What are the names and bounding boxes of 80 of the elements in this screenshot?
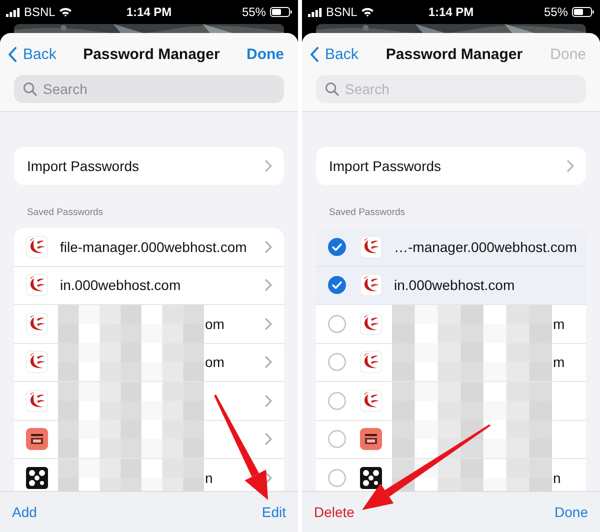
status-time: 1:14 PM: [428, 5, 474, 19]
carrier-name: BSNL: [326, 5, 358, 19]
swirl-logo-icon: [26, 312, 48, 335]
empty-circle-icon[interactable]: [328, 353, 346, 372]
chevron-icon: [265, 394, 272, 407]
chevron-icon: [265, 240, 272, 253]
carrier-name: BSNL: [24, 5, 56, 19]
swirl-logo-icon: [360, 390, 382, 412]
chevron-icon: [265, 160, 272, 172]
swirl-logo-icon: [360, 351, 382, 374]
website-name: in.000webhost.com: [60, 277, 182, 294]
chevron-icon: [265, 472, 272, 484]
empty-circle-icon[interactable]: [328, 392, 346, 410]
checked-circle-icon[interactable]: [328, 276, 346, 294]
password-row[interactable]: in.000webhost.com: [316, 266, 586, 305]
status-time: 1:14 PM: [126, 5, 172, 19]
website-name: m: [553, 354, 566, 370]
swirl-logo-icon: [26, 390, 48, 412]
section-header: Saved Passwords: [27, 207, 104, 218]
battery-percent: 55%: [242, 5, 266, 19]
password-row[interactable]: m: [316, 305, 586, 344]
screen-title: Password Manager: [386, 46, 523, 62]
website-name: om: [205, 354, 226, 370]
back-chevron-icon: [8, 46, 17, 62]
signal-icon: [308, 8, 322, 16]
website-name: om: [205, 316, 226, 332]
swirl-logo-icon: [360, 236, 382, 258]
back-button[interactable]: Back: [310, 46, 358, 62]
search-bar[interactable]: Search: [316, 75, 586, 103]
back-chevron-icon: [310, 46, 319, 62]
swirl-logo-icon: [360, 274, 382, 296]
battery-percent: 55%: [544, 5, 568, 19]
app-tile-icon: [26, 428, 48, 450]
swirl-logo-icon: [26, 236, 48, 258]
chevron-icon: [265, 433, 272, 446]
website-name: n: [553, 470, 562, 486]
search-icon: [325, 82, 339, 96]
password-row[interactable]: file-manager.000webhost.com: [14, 228, 284, 266]
toolbar-button[interactable]: Add: [12, 504, 37, 520]
swirl-logo-icon: [360, 312, 382, 335]
battery-icon: [270, 7, 292, 17]
swirl-logo-icon: [26, 351, 48, 374]
back-button[interactable]: Back: [8, 46, 56, 62]
website-name: …-manager.000webhost.com: [394, 238, 577, 255]
empty-circle-icon[interactable]: [328, 314, 346, 333]
swirl-logo-icon: [26, 274, 48, 296]
website-name: n: [205, 470, 214, 486]
wifi-icon: [361, 7, 374, 17]
section-header: Saved Passwords: [329, 207, 406, 218]
password-row[interactable]: m: [316, 344, 586, 382]
password-row[interactable]: …-manager.000webhost.com: [316, 228, 586, 266]
website-name: in.000webhost.com: [394, 277, 516, 294]
done-button[interactable]: Done: [246, 46, 284, 62]
battery-icon: [572, 7, 594, 17]
website-name: m: [553, 316, 566, 332]
toolbar-button[interactable]: Edit: [262, 504, 286, 520]
chevron-icon: [265, 356, 272, 368]
signal-icon: [6, 8, 20, 16]
wifi-icon: [59, 7, 72, 17]
password-row[interactable]: om: [14, 344, 284, 382]
chevron-icon: [265, 318, 272, 330]
screen-title: Password Manager: [83, 46, 220, 62]
app-tile-icon: [360, 428, 382, 450]
search-field[interactable]: Search: [345, 81, 545, 97]
empty-circle-icon[interactable]: [328, 430, 346, 448]
website-name: file-manager.000webhost.com: [60, 238, 248, 255]
password-row[interactable]: om: [14, 305, 284, 344]
import-passwords-row[interactable]: Import Passwords: [14, 147, 284, 185]
import-passwords-row[interactable]: Import Passwords: [316, 147, 586, 185]
password-row[interactable]: [316, 420, 586, 459]
toolbar-button[interactable]: Delete: [314, 504, 354, 520]
chevron-icon: [265, 279, 272, 292]
empty-circle-icon[interactable]: [328, 468, 346, 487]
search-bar[interactable]: Search: [14, 75, 284, 103]
toolbar-button[interactable]: Done: [554, 504, 588, 520]
search-field[interactable]: Search: [43, 81, 243, 97]
password-row[interactable]: [14, 420, 284, 459]
checked-circle-icon[interactable]: [328, 238, 346, 256]
search-icon: [23, 82, 37, 96]
chevron-icon: [567, 160, 574, 172]
